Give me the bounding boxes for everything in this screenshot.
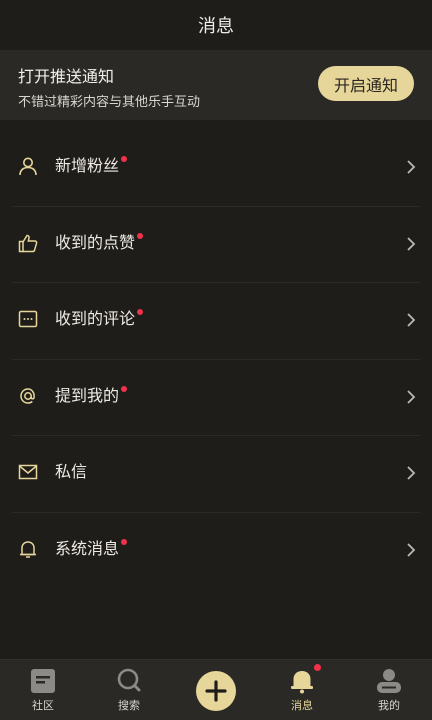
unread-dot bbox=[121, 385, 128, 392]
chevron-right-icon bbox=[407, 313, 416, 327]
search-icon bbox=[117, 668, 141, 692]
banner-title: 打开推送通知 bbox=[18, 67, 115, 86]
list-item-label: 新增粉丝 bbox=[55, 156, 128, 176]
chevron-right-icon bbox=[407, 542, 416, 557]
page-header: 消息 bbox=[0, 0, 432, 50]
message-category-list: 新增粉丝 收到的点赞 收到的评论 提到我的 私信 系统消息 bbox=[0, 130, 432, 588]
page-title: 消息 bbox=[198, 16, 234, 37]
tab-messages[interactable]: 消息 bbox=[259, 660, 345, 720]
unread-dot bbox=[314, 664, 321, 671]
list-item-comments[interactable]: 收到的评论 bbox=[12, 283, 420, 360]
chevron-right-icon bbox=[407, 389, 416, 404]
plus-icon bbox=[205, 680, 227, 702]
create-post-button[interactable] bbox=[196, 671, 236, 711]
unread-dot bbox=[137, 309, 144, 315]
unread-dot bbox=[121, 538, 128, 545]
list-item-private-messages[interactable]: 私信 bbox=[12, 436, 420, 513]
tab-profile[interactable]: 我的 bbox=[346, 660, 432, 720]
list-item-system-messages[interactable]: 系统消息 bbox=[12, 513, 420, 589]
list-item-label: 收到的点赞 bbox=[55, 232, 144, 253]
tab-search[interactable]: 搜索 bbox=[86, 660, 172, 720]
chevron-right-icon bbox=[407, 160, 416, 174]
banner-subtitle: 不错过精彩内容与其他乐手互动 bbox=[18, 95, 201, 110]
bottom-tab-bar: 社区 搜索 消息 我的 bbox=[0, 659, 432, 720]
thumbs-up-icon bbox=[18, 234, 38, 252]
list-item-likes[interactable]: 收到的点赞 bbox=[12, 207, 420, 283]
list-item-label: 收到的评论 bbox=[55, 309, 144, 329]
list-item-mentions[interactable]: 提到我的 bbox=[12, 360, 420, 436]
push-notification-banner: 打开推送通知 不错过精彩内容与其他乐手互动 开启通知 bbox=[0, 50, 432, 120]
community-icon bbox=[31, 669, 55, 693]
person-icon bbox=[19, 157, 37, 176]
unread-dot bbox=[137, 232, 144, 239]
comment-icon bbox=[18, 310, 38, 328]
tab-label: 我的 bbox=[378, 699, 400, 712]
list-item-label: 系统消息 bbox=[55, 538, 128, 559]
tab-community[interactable]: 社区 bbox=[0, 660, 86, 720]
chevron-right-icon bbox=[407, 466, 416, 480]
profile-icon bbox=[377, 669, 401, 693]
envelope-icon bbox=[18, 464, 38, 480]
at-icon bbox=[20, 387, 35, 404]
unread-dot bbox=[121, 156, 128, 162]
list-item-new-followers[interactable]: 新增粉丝 bbox=[12, 130, 420, 207]
chevron-right-icon bbox=[407, 236, 416, 251]
bell-icon bbox=[291, 671, 313, 694]
list-item-label: 提到我的 bbox=[55, 385, 128, 406]
tab-label: 社区 bbox=[32, 699, 54, 712]
list-item-label: 私信 bbox=[55, 462, 88, 481]
bell-icon bbox=[20, 540, 36, 558]
enable-notifications-button[interactable]: 开启通知 bbox=[318, 66, 414, 101]
tab-label: 消息 bbox=[291, 699, 313, 712]
tab-label: 搜索 bbox=[118, 699, 140, 712]
